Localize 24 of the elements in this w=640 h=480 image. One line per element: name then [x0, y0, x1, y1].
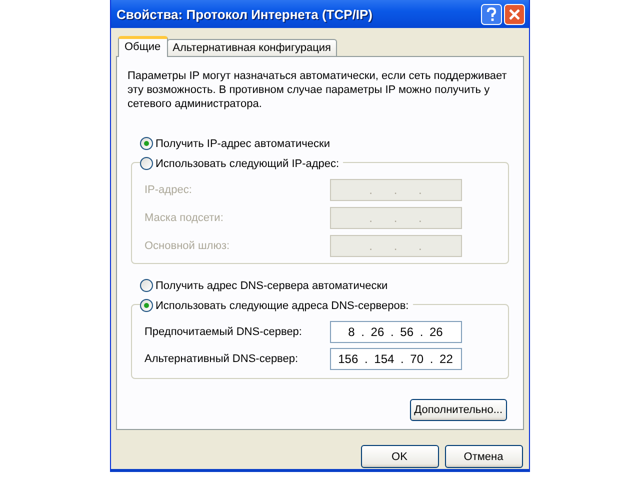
tab[interactable]: Общие [118, 36, 168, 57]
radio-label: Использовать следующий IP-адрес: [156, 158, 340, 170]
dialog-button[interactable]: OK [360, 445, 438, 468]
tab[interactable]: Альтернативная конфигурация [166, 39, 337, 56]
field-label: Маска подсети: [144, 212, 224, 224]
radio-label: Получить адрес DNS-сервера автоматически [156, 280, 388, 292]
field-label: Альтернативный DNS-сервер: [144, 353, 298, 365]
radio-label: Получить IP-адрес автоматически [156, 138, 330, 150]
radio-button[interactable] [140, 157, 152, 170]
field-label: Основной шлюз: [144, 240, 230, 252]
help-icon[interactable] [480, 4, 502, 24]
close-icon[interactable] [504, 4, 524, 24]
field-label: Предпочитаемый DNS-сервер: [144, 326, 302, 338]
radio-button[interactable] [140, 299, 152, 312]
ip-address-field[interactable]: 8 . 26 . 56 . 26 [330, 321, 462, 343]
radio-button[interactable] [140, 279, 152, 292]
description-text: Параметры IP могут назначаться автоматически, если сеть поддерживает эту возможность. В противном случае параметры IP можно получить у сетевого администратора. [128, 69, 508, 111]
ip-address-field[interactable]: 156 . 154 . 70 . 22 [330, 348, 462, 370]
window-title: Свойства: Протокол Интернета (TCP/IP) [116, 6, 372, 22]
radio-button[interactable] [140, 137, 152, 150]
advanced-button[interactable]: Дополнительно... [410, 399, 506, 421]
dialog-button[interactable]: Отмена [444, 445, 522, 468]
field-label: IP-адрес: [144, 184, 192, 196]
radio-option[interactable]: Использовать следующий IP-адрес: [140, 157, 344, 170]
